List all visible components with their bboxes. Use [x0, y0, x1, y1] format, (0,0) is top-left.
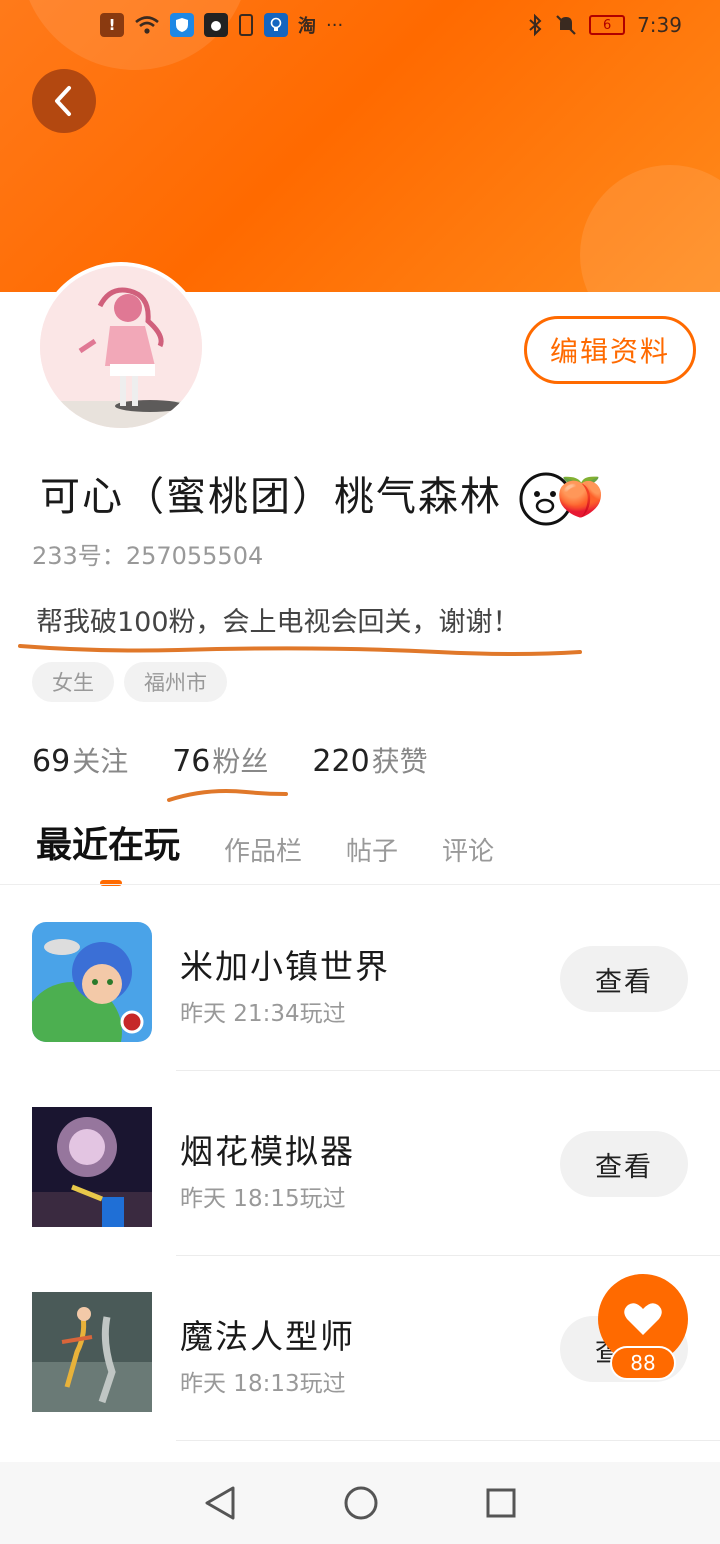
like-count-badge: 88 — [610, 1346, 676, 1380]
status-notification-icons: ! 淘 ··· — [100, 12, 343, 38]
stat-following[interactable]: 69关注 — [32, 740, 128, 780]
nav-back-icon[interactable] — [203, 1485, 237, 1521]
taobao-icon: 淘 — [298, 16, 316, 37]
shield-icon — [170, 13, 194, 37]
nickname-text: 可心（蜜桃团）桃气森林 — [40, 474, 502, 520]
bulb-icon — [264, 13, 288, 37]
divider — [0, 884, 720, 885]
avatar[interactable] — [36, 262, 206, 432]
game-last-played: 昨天 18:13玩过 — [180, 1371, 346, 1397]
user-id-value: 257055504 — [125, 542, 264, 570]
view-button[interactable]: 查看 — [560, 1131, 688, 1197]
tab-works[interactable]: 作品栏 — [224, 831, 302, 886]
game-icon-fireworks — [32, 1107, 152, 1227]
back-button[interactable] — [32, 69, 96, 133]
peach-emoji-icon: 🍑 — [556, 475, 607, 519]
stat-number: 220 — [312, 744, 370, 779]
game-name: 米加小镇世界 — [180, 947, 390, 986]
more-notifications-icon: ··· — [326, 14, 344, 36]
game-last-played: 昨天 21:34玩过 — [180, 1001, 346, 1027]
game-icon-magic-puppeteer — [32, 1292, 152, 1412]
nav-home-icon[interactable] — [343, 1485, 379, 1521]
edit-profile-button[interactable]: 编辑资料 — [524, 316, 696, 384]
list-item[interactable]: 烟花模拟器 昨天 18:15玩过 查看 — [0, 1071, 720, 1256]
fans-underline-annotation — [167, 789, 288, 802]
chevron-left-icon — [55, 86, 71, 116]
phone-icon — [239, 14, 253, 36]
alert-icon: ! — [100, 13, 124, 37]
stat-label: 获赞 — [371, 745, 428, 778]
game-last-played: 昨天 18:15玩过 — [180, 1186, 346, 1212]
system-nav-bar — [0, 1462, 720, 1544]
stat-number: 76 — [172, 744, 211, 779]
tab-comments[interactable]: 评论 — [442, 831, 494, 886]
heart-icon — [624, 1303, 662, 1335]
avatar-illustration — [40, 266, 202, 428]
status-system-icons: 6 7:39 — [527, 13, 682, 37]
stat-label: 关注 — [72, 745, 129, 778]
profile-stats: 69关注 76粉丝 220获赞 — [32, 740, 428, 780]
nav-recents-icon[interactable] — [485, 1487, 517, 1519]
tab-posts[interactable]: 帖子 — [346, 831, 398, 886]
list-item[interactable]: 米加小镇世界 昨天 21:34玩过 查看 — [0, 886, 720, 1071]
game-name: 烟花模拟器 — [180, 1132, 355, 1171]
profile-tags: 女生 福州市 — [32, 662, 227, 702]
wifi-icon — [135, 16, 159, 34]
clock: 7:39 — [637, 13, 682, 37]
status-bar: ! 淘 ··· 6 7:39 — [0, 0, 720, 54]
stat-likes[interactable]: 220获赞 — [312, 740, 427, 780]
tab-recent-play[interactable]: 最近在玩 — [36, 816, 180, 886]
stat-fans[interactable]: 76粉丝 — [172, 740, 268, 780]
user-id: 233号：257055504 — [32, 536, 263, 571]
stat-label: 粉丝 — [212, 745, 269, 778]
profile-tabs: 最近在玩 作品栏 帖子 评论 — [36, 816, 494, 886]
nickname: 可心（蜜桃团）桃气森林 🍑 — [40, 464, 606, 528]
bio: 帮我破100粉，会上电视会回关，谢谢！ — [36, 607, 520, 638]
view-button[interactable]: 查看 — [560, 946, 688, 1012]
divider — [176, 1440, 720, 1441]
tag-city: 福州市 — [124, 662, 227, 702]
game-name: 魔法人型师 — [180, 1317, 355, 1356]
battery-indicator: 6 — [589, 15, 626, 35]
bluetooth-icon — [529, 13, 542, 37]
banner-decoration — [580, 165, 720, 292]
tag-gender: 女生 — [32, 662, 114, 702]
bio-underline-annotation — [18, 644, 582, 656]
user-id-label: 233号： — [32, 542, 126, 570]
stat-number: 69 — [32, 744, 71, 779]
app-icon — [204, 13, 228, 37]
mute-bell-icon — [556, 15, 576, 35]
game-icon-miga — [32, 922, 152, 1042]
